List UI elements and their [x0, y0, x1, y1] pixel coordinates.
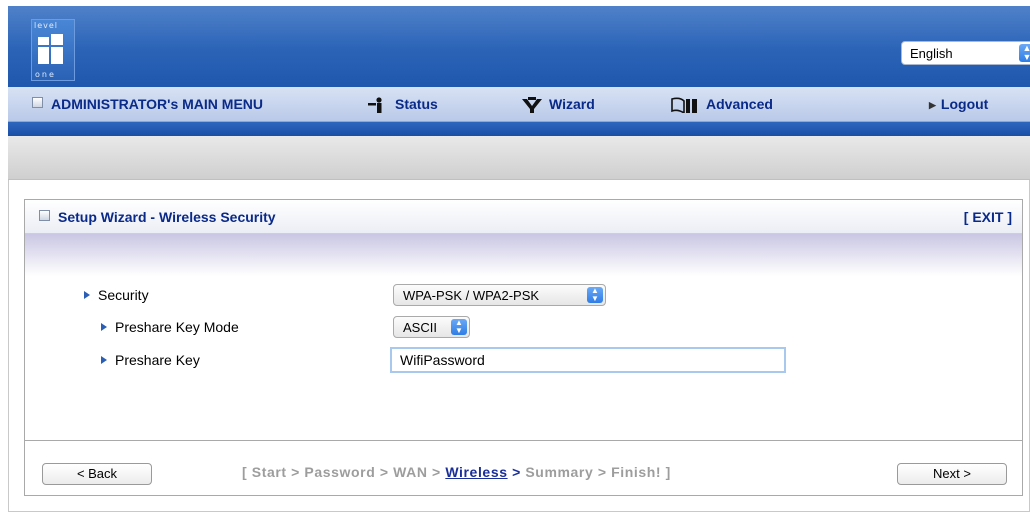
mode-value: ASCII: [403, 320, 437, 335]
menu-advanced[interactable]: Advanced: [670, 96, 773, 114]
panel-title-text: Setup Wizard - Wireless Security: [58, 209, 276, 225]
panel-divider: [25, 440, 1022, 441]
menu-logout[interactable]: ▶ Logout: [929, 96, 988, 112]
menu-wizard-label: Wizard: [549, 96, 595, 112]
mode-label-row: Preshare Key Mode: [101, 319, 239, 335]
select-arrows-icon: ▲ ▼: [1019, 44, 1030, 62]
select-arrows-icon: ▲ ▼: [587, 287, 603, 303]
gray-stripe: [8, 136, 1030, 180]
exit-link[interactable]: [ EXIT ]: [964, 209, 1012, 225]
security-value: WPA-PSK / WPA2-PSK: [403, 288, 540, 303]
main-menu-bar: ADMINISTRATOR's MAIN MENU Status Wizard …: [8, 87, 1030, 122]
panel-square-icon: [39, 210, 50, 221]
key-mode-select[interactable]: ASCII ▲ ▼: [393, 316, 470, 338]
menu-advanced-label: Advanced: [706, 96, 773, 112]
logo-text-bottom: one: [35, 70, 56, 79]
menu-admin-main[interactable]: ADMINISTRATOR's MAIN MENU: [32, 96, 263, 112]
levelone-logo: level one: [31, 19, 75, 81]
logout-arrow-icon: ▶: [929, 100, 936, 110]
panel-gradient: [25, 234, 1022, 276]
panel-title: Setup Wizard - Wireless Security: [39, 209, 276, 225]
header: level one English ▲ ▼: [8, 6, 1030, 87]
step-current: Wireless: [445, 464, 508, 480]
menu-wizard[interactable]: Wizard: [521, 96, 595, 114]
mode-label: Preshare Key Mode: [115, 319, 239, 335]
menu-status[interactable]: Status: [367, 96, 438, 114]
logo-mark-icon: [38, 34, 63, 64]
wizard-icon: [522, 97, 542, 114]
back-button[interactable]: < Back: [42, 463, 152, 485]
security-label: Security: [98, 287, 149, 303]
key-label: Preshare Key: [115, 352, 200, 368]
key-label-row: Preshare Key: [101, 352, 200, 368]
wizard-steps: [ Start > Password > WAN > Wireless > Su…: [242, 464, 671, 480]
step-current-arrow: >: [507, 464, 521, 480]
steps-prefix: [ Start > Password > WAN >: [242, 464, 446, 480]
menu-square-icon: [32, 97, 43, 108]
menu-status-label: Status: [395, 96, 438, 112]
bullet-arrow-icon: [101, 323, 107, 331]
language-value: English: [910, 46, 953, 61]
security-select[interactable]: WPA-PSK / WPA2-PSK ▲ ▼: [393, 284, 606, 306]
header-sheen: [8, 6, 1030, 48]
steps-suffix: Summary > Finish! ]: [520, 464, 671, 480]
status-person-icon: [368, 97, 382, 114]
wizard-panel: Setup Wizard - Wireless Security [ EXIT …: [24, 199, 1023, 496]
security-label-row: Security: [84, 287, 149, 303]
select-arrows-icon: ▲ ▼: [451, 319, 467, 335]
preshare-key-input[interactable]: [390, 347, 786, 373]
bullet-arrow-icon: [101, 356, 107, 364]
blue-stripe: [8, 122, 1030, 136]
menu-logout-label: Logout: [940, 96, 989, 112]
advanced-icon: [671, 97, 697, 114]
menu-admin-label: ADMINISTRATOR's MAIN MENU: [51, 96, 264, 112]
panel-title-bar: Setup Wizard - Wireless Security [ EXIT …: [25, 200, 1022, 234]
logo-text-top: level: [34, 21, 59, 30]
next-button[interactable]: Next >: [897, 463, 1007, 485]
bullet-arrow-icon: [84, 291, 90, 299]
language-select[interactable]: English ▲ ▼: [901, 41, 1030, 65]
